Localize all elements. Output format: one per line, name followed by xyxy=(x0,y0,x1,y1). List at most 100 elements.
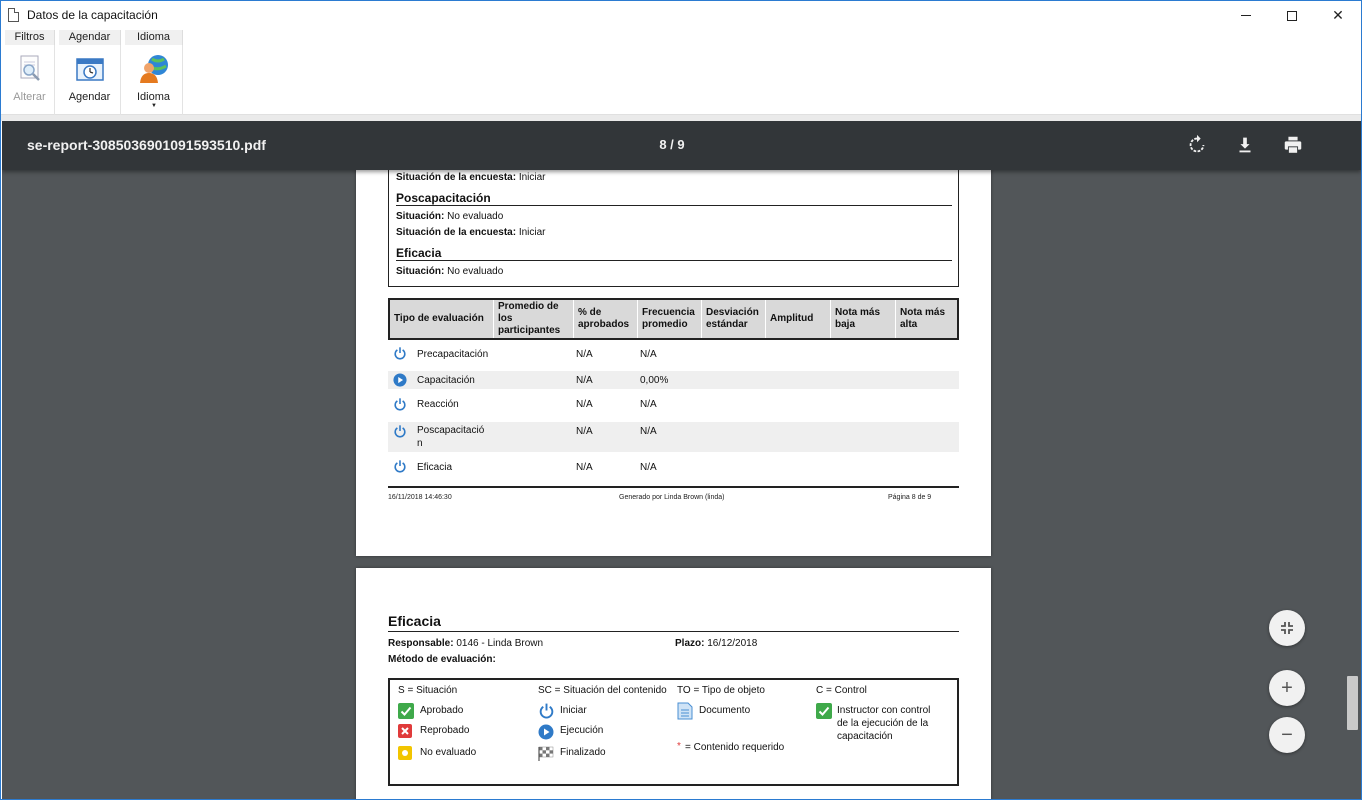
minimize-button[interactable] xyxy=(1223,1,1269,30)
pdf-toolbar: se-report-3085036901091593510.pdf 8 / 9 xyxy=(2,121,1361,170)
tab-agendar[interactable]: Agendar xyxy=(59,30,121,45)
row-frecuencia: 0,00% xyxy=(640,375,669,386)
row-aprobados: N/A xyxy=(576,399,593,410)
tab-idioma[interactable]: Idioma xyxy=(125,30,183,45)
table-row: Eficacia N/A N/A xyxy=(388,459,959,477)
poscap-status: Situación: No evaluado xyxy=(396,211,504,222)
power-icon xyxy=(539,703,554,719)
close-icon: ✕ xyxy=(1332,7,1344,23)
row-aprobados: N/A xyxy=(576,349,593,360)
checkered-flag-icon xyxy=(538,746,554,761)
eficacia-heading: Eficacia xyxy=(396,246,442,260)
agendar-button[interactable]: Agendar xyxy=(59,51,120,111)
plazo: Plazo: 16/12/2018 xyxy=(675,638,758,649)
row-frecuencia: N/A xyxy=(640,349,657,360)
dot-icon xyxy=(398,746,412,760)
power-icon xyxy=(394,460,406,473)
globe-user-icon xyxy=(139,55,168,83)
window-title: Datos de la capacitación xyxy=(27,8,158,22)
legend-sc-title: SC = Situación del contenido xyxy=(538,685,667,696)
required-mark: * xyxy=(677,741,681,752)
agendar-label: Agendar xyxy=(68,91,111,103)
pdf-page-9: Eficacia Responsable: 0146 - Linda Brown… xyxy=(356,568,991,799)
col-desviacion: Desviación estándar xyxy=(702,300,766,338)
row-frecuencia: N/A xyxy=(640,399,657,410)
col-nota-alta: Nota más alta xyxy=(900,307,946,330)
plus-icon: + xyxy=(1281,676,1293,699)
responsable: Responsable: 0146 - Linda Brown xyxy=(388,638,544,649)
footer-divider xyxy=(388,486,959,488)
tab-filtros[interactable]: Filtros xyxy=(5,30,55,45)
scrollbar-thumb[interactable] xyxy=(1347,676,1358,730)
ribbon: Alterar Agendar Idioma ▼ xyxy=(1,45,1361,115)
eficacia-title: Eficacia xyxy=(388,613,441,629)
idioma-button[interactable]: Idioma ▼ xyxy=(125,51,182,111)
ribbon-tabs: Filtros Agendar Idioma xyxy=(1,30,1361,45)
check-icon xyxy=(816,703,832,719)
legend-reprobado: Reprobado xyxy=(420,725,470,736)
divider xyxy=(388,631,959,632)
legend-control-line-1: Instructor con control xyxy=(837,705,931,716)
legend-ejecucion: Ejecución xyxy=(560,725,604,736)
legend-s-title: S = Situación xyxy=(398,685,458,696)
power-icon xyxy=(394,398,406,411)
top-survey-status: Situación de la encuesta: Iniciar xyxy=(396,172,546,183)
legend-control-line-3: capacitación xyxy=(837,731,893,742)
vertical-scrollbar[interactable] xyxy=(1345,170,1361,799)
ribbon-group-agendar: Agendar xyxy=(59,45,121,115)
idioma-label: Idioma xyxy=(136,91,171,103)
close-button[interactable]: ✕ xyxy=(1315,1,1361,30)
alterar-button[interactable]: Alterar xyxy=(5,51,54,111)
legend-documento: Documento xyxy=(699,705,751,716)
pdf-page-8: Situación de la encuesta: Iniciar Poscap… xyxy=(356,121,991,556)
power-icon xyxy=(394,425,406,438)
ribbon-group-idioma: Idioma ▼ xyxy=(125,45,183,115)
minimize-icon xyxy=(1241,15,1251,16)
poscapacitacion-heading: Poscapacitación xyxy=(396,191,491,205)
legend-iniciar: Iniciar xyxy=(560,705,587,716)
legend-c-title: C = Control xyxy=(816,685,867,696)
legend-finalizado: Finalizado xyxy=(560,747,606,758)
zoom-in-button[interactable]: + xyxy=(1269,670,1305,706)
fit-to-page-icon xyxy=(1281,622,1293,634)
metodo: Método de evaluación: xyxy=(388,654,496,665)
title-bar: Datos de la capacitación ✕ xyxy=(1,1,1361,30)
fit-page-button[interactable] xyxy=(1269,610,1305,646)
row-name: Precapacitación xyxy=(417,349,489,360)
row-name: Capacitación xyxy=(417,375,475,386)
chevron-down-icon[interactable]: ▼ xyxy=(151,103,157,109)
legend-aprobado: Aprobado xyxy=(420,705,464,716)
divider xyxy=(396,260,952,261)
pdf-filename: se-report-3085036901091593510.pdf xyxy=(27,137,266,153)
row-aprobados: N/A xyxy=(576,375,593,386)
print-icon[interactable] xyxy=(1282,134,1304,156)
pdf-viewer: se-report-3085036901091593510.pdf 8 / 9 … xyxy=(2,121,1361,799)
poscap-survey-status: Situación de la encuesta: Iniciar xyxy=(396,227,546,238)
table-row: Reacción N/A N/A xyxy=(388,397,959,415)
maximize-button[interactable] xyxy=(1269,1,1315,30)
page-indicator: 8 / 9 xyxy=(659,137,685,152)
legend-control-line-2: de la ejecución de la xyxy=(837,718,929,729)
search-document-icon xyxy=(20,55,40,81)
document-icon xyxy=(8,8,19,22)
row-name-wrap: n xyxy=(417,438,423,449)
col-aprobados: % de aprobados xyxy=(574,300,638,338)
app-window: Datos de la capacitación ✕ Filtros Agend… xyxy=(0,0,1362,800)
row-name: Poscapacitació xyxy=(417,425,485,436)
table-row: Capacitación N/A 0,00% xyxy=(388,371,959,389)
legend-no-evaluado: No evaluado xyxy=(420,747,477,758)
check-icon xyxy=(398,703,414,719)
row-frecuencia: N/A xyxy=(640,426,657,437)
zoom-out-button[interactable]: − xyxy=(1269,717,1305,753)
alterar-label: Alterar xyxy=(13,91,46,103)
table-row: Poscapacitació n N/A N/A xyxy=(388,422,959,452)
download-icon[interactable] xyxy=(1234,134,1256,156)
row-frecuencia: N/A xyxy=(640,462,657,473)
rotate-icon[interactable] xyxy=(1186,134,1208,156)
col-tipo: Tipo de evaluación xyxy=(390,300,494,338)
document-icon xyxy=(677,702,693,720)
calendar-clock-icon xyxy=(75,58,104,81)
results-table-header: Tipo de evaluación Promedio de los parti… xyxy=(388,298,959,340)
col-nota-baja: Nota más baja xyxy=(831,300,896,338)
ribbon-group-filtros: Alterar xyxy=(5,45,55,115)
